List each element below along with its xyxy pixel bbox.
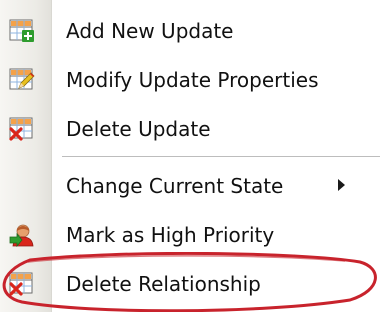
menu-item-label: Delete Relationship xyxy=(66,272,261,296)
menu-item-label: Add New Update xyxy=(66,19,234,43)
menu-item-modify-update-properties[interactable]: Modify Update Properties xyxy=(0,55,380,105)
menu-item-mark-as-high-priority[interactable]: Mark as High Priority xyxy=(0,210,380,260)
grid-delete-icon xyxy=(9,272,35,296)
grid-edit-icon xyxy=(9,68,35,92)
user-priority-icon xyxy=(9,223,35,248)
menu-item-label: Modify Update Properties xyxy=(66,68,319,92)
menu-item-label: Delete Update xyxy=(66,117,211,141)
menu-item-delete-update[interactable]: Delete Update xyxy=(0,104,380,154)
grid-delete-icon xyxy=(9,117,35,141)
context-menu: Add New Update Modify Update Properties xyxy=(0,0,380,312)
menu-item-label: Mark as High Priority xyxy=(66,223,275,247)
menu-item-add-new-update[interactable]: Add New Update xyxy=(0,6,380,56)
menu-item-delete-relationship[interactable]: Delete Relationship xyxy=(0,259,380,309)
menu-separator xyxy=(62,156,380,157)
grid-add-icon xyxy=(9,19,35,43)
submenu-arrow-icon xyxy=(338,179,345,191)
menu-item-change-current-state[interactable]: Change Current State xyxy=(0,161,380,211)
menu-item-label: Change Current State xyxy=(66,174,284,198)
